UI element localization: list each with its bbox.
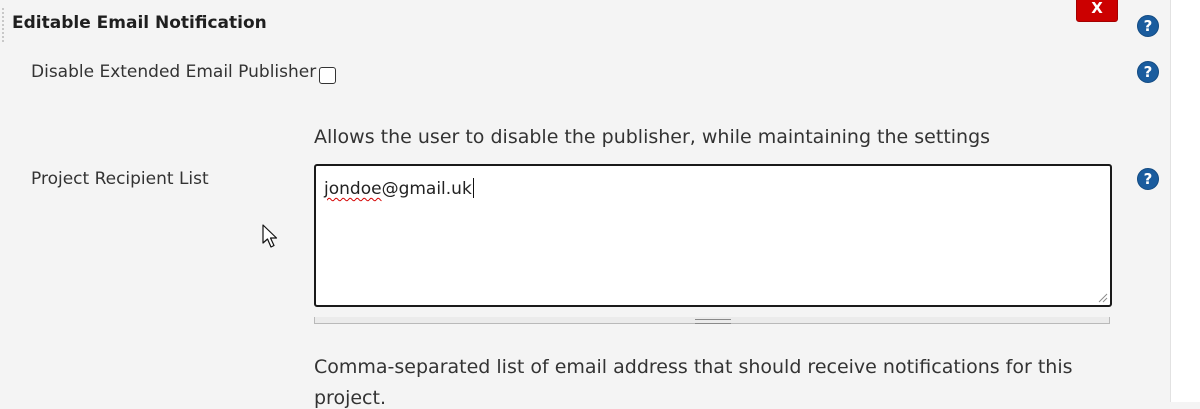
recipient-list-description-line2: project. [314,387,386,409]
textarea-resize-bar[interactable] [314,317,1110,324]
recipient-list-value: jondoe@gmail.uk [324,178,474,199]
mouse-pointer-icon [262,224,278,248]
config-panel: Editable Email Notification X ? Disable … [0,0,1170,409]
section-drag-handle[interactable] [2,8,4,42]
scrollbar-track[interactable] [1170,0,1200,402]
recipient-list-description-line1: Comma-separated list of email address th… [314,356,1073,378]
resize-grip-icon[interactable] [1098,293,1108,303]
disable-publisher-help-icon[interactable]: ? [1137,61,1159,83]
recipient-value-rest: @gmail.uk [381,179,472,199]
recipient-list-textarea[interactable]: jondoe@gmail.uk [314,164,1112,307]
delete-section-button[interactable]: X [1076,0,1118,22]
section-title: Editable Email Notification [12,13,267,33]
disable-publisher-label: Disable Extended Email Publisher [31,62,317,82]
recipient-list-label: Project Recipient List [31,169,209,189]
disable-publisher-checkbox[interactable] [319,67,336,84]
recipient-value-misspelled: jondoe [324,179,382,199]
section-help-icon[interactable]: ? [1137,15,1159,37]
recipient-list-help-icon[interactable]: ? [1137,168,1159,190]
text-caret [472,178,474,198]
disable-publisher-description: Allows the user to disable the publisher… [314,126,991,148]
resize-handle[interactable] [695,319,731,324]
